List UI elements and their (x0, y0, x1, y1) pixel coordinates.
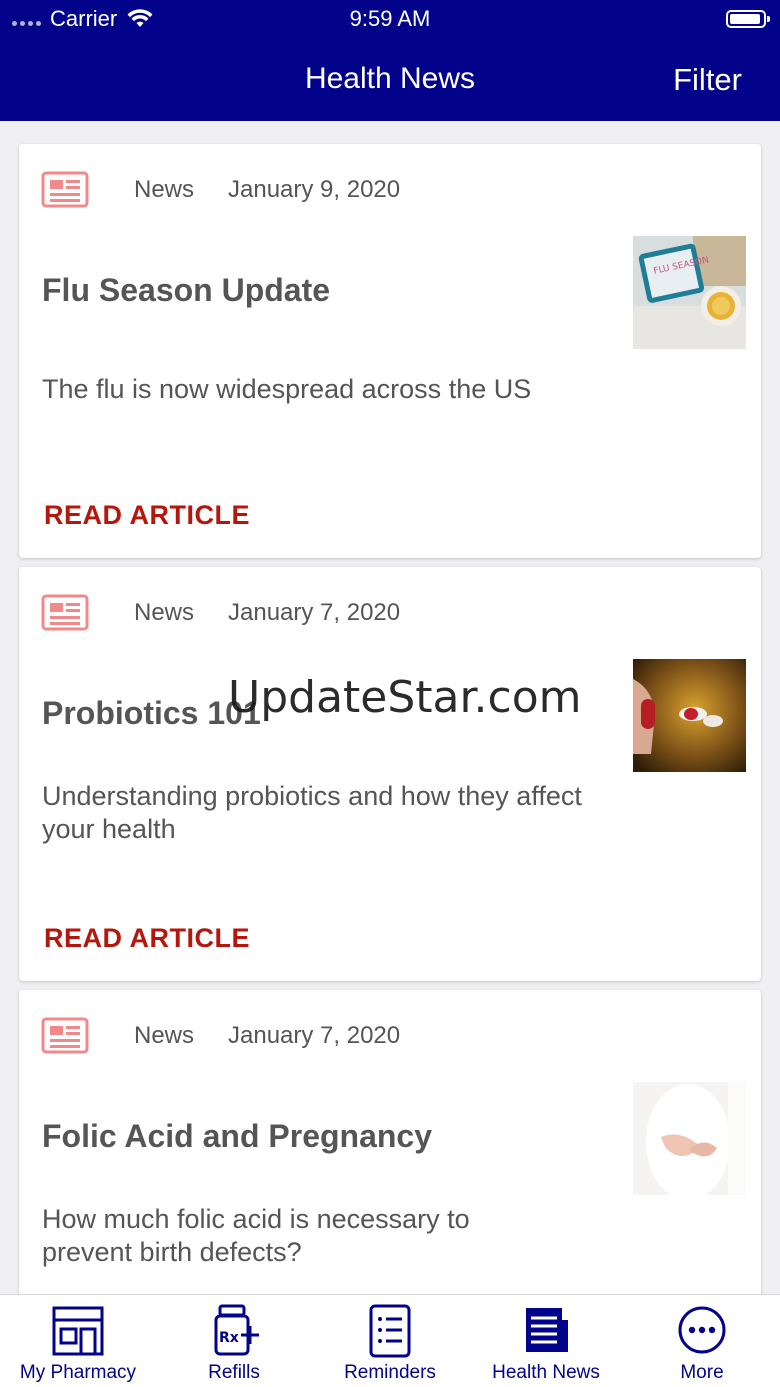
pregnancy-thumbnail (633, 1082, 746, 1195)
status-bar: Carrier 9:59 AM (0, 0, 780, 40)
filter-button[interactable]: Filter (673, 62, 742, 98)
article-summary: How much folic acid is necessary to prev… (42, 1204, 470, 1267)
article-card[interactable]: News January 7, 2020 Probiotics 101 Unde… (19, 567, 761, 981)
article-card[interactable]: News January 7, 2020 Folic Acid and Preg… (19, 990, 761, 1330)
article-date: January 7, 2020 (228, 599, 401, 626)
article-type: News (134, 1022, 195, 1049)
flu-season-thumbnail: FLU SEASON (633, 236, 746, 349)
newspaper-icon (41, 1017, 89, 1054)
read-article-link[interactable]: READ ARTICLE (44, 923, 250, 954)
tab-label: Refills (208, 1362, 260, 1383)
probiotics-thumbnail (633, 659, 746, 772)
article-title: Folic Acid and Pregnancy (42, 1118, 433, 1154)
read-article-link[interactable]: READ ARTICLE (44, 500, 250, 531)
tab-health-news[interactable]: Health News (468, 1295, 624, 1387)
watermark: UpdateStar.com (228, 672, 582, 723)
article-summary: The flu is now widespread across the US (42, 374, 532, 404)
article-summary: Understanding probiotics and how they af… (42, 781, 582, 844)
pharmacy-icon (52, 1306, 104, 1356)
article-type: News (134, 599, 195, 626)
page-title: Health News (304, 62, 476, 95)
status-time: 9:59 AM (349, 6, 431, 31)
tab-my-pharmacy[interactable]: My Pharmacy (0, 1295, 156, 1387)
tab-refills[interactable]: Rx Refills (156, 1295, 312, 1387)
article-date: January 9, 2020 (228, 176, 401, 203)
tab-reminders[interactable]: Reminders (312, 1295, 468, 1387)
more-dots-icon (678, 1306, 726, 1354)
tab-label: Health News (492, 1362, 600, 1383)
battery-icon (726, 10, 770, 28)
newspaper-icon (526, 1308, 568, 1352)
reminders-list-icon (369, 1304, 411, 1358)
tab-label: Reminders (344, 1362, 436, 1383)
article-title: Flu Season Update (42, 272, 331, 308)
tab-label: My Pharmacy (19, 1362, 137, 1383)
top-bar: Carrier 9:59 AM Health News Filter (0, 0, 780, 121)
article-type: News (134, 176, 195, 203)
tab-more[interactable]: More (624, 1295, 780, 1387)
svg-text:Rx: Rx (219, 1330, 239, 1346)
newspaper-icon (41, 594, 89, 631)
article-date: January 7, 2020 (228, 1022, 401, 1049)
refill-rx-icon: Rx (214, 1304, 259, 1356)
article-card[interactable]: News January 9, 2020 Flu Season Update T… (19, 144, 761, 558)
newspaper-icon (41, 171, 89, 208)
tab-bar: My Pharmacy Rx Refills Reminders Health … (0, 1294, 780, 1387)
tab-label: More (680, 1362, 724, 1383)
